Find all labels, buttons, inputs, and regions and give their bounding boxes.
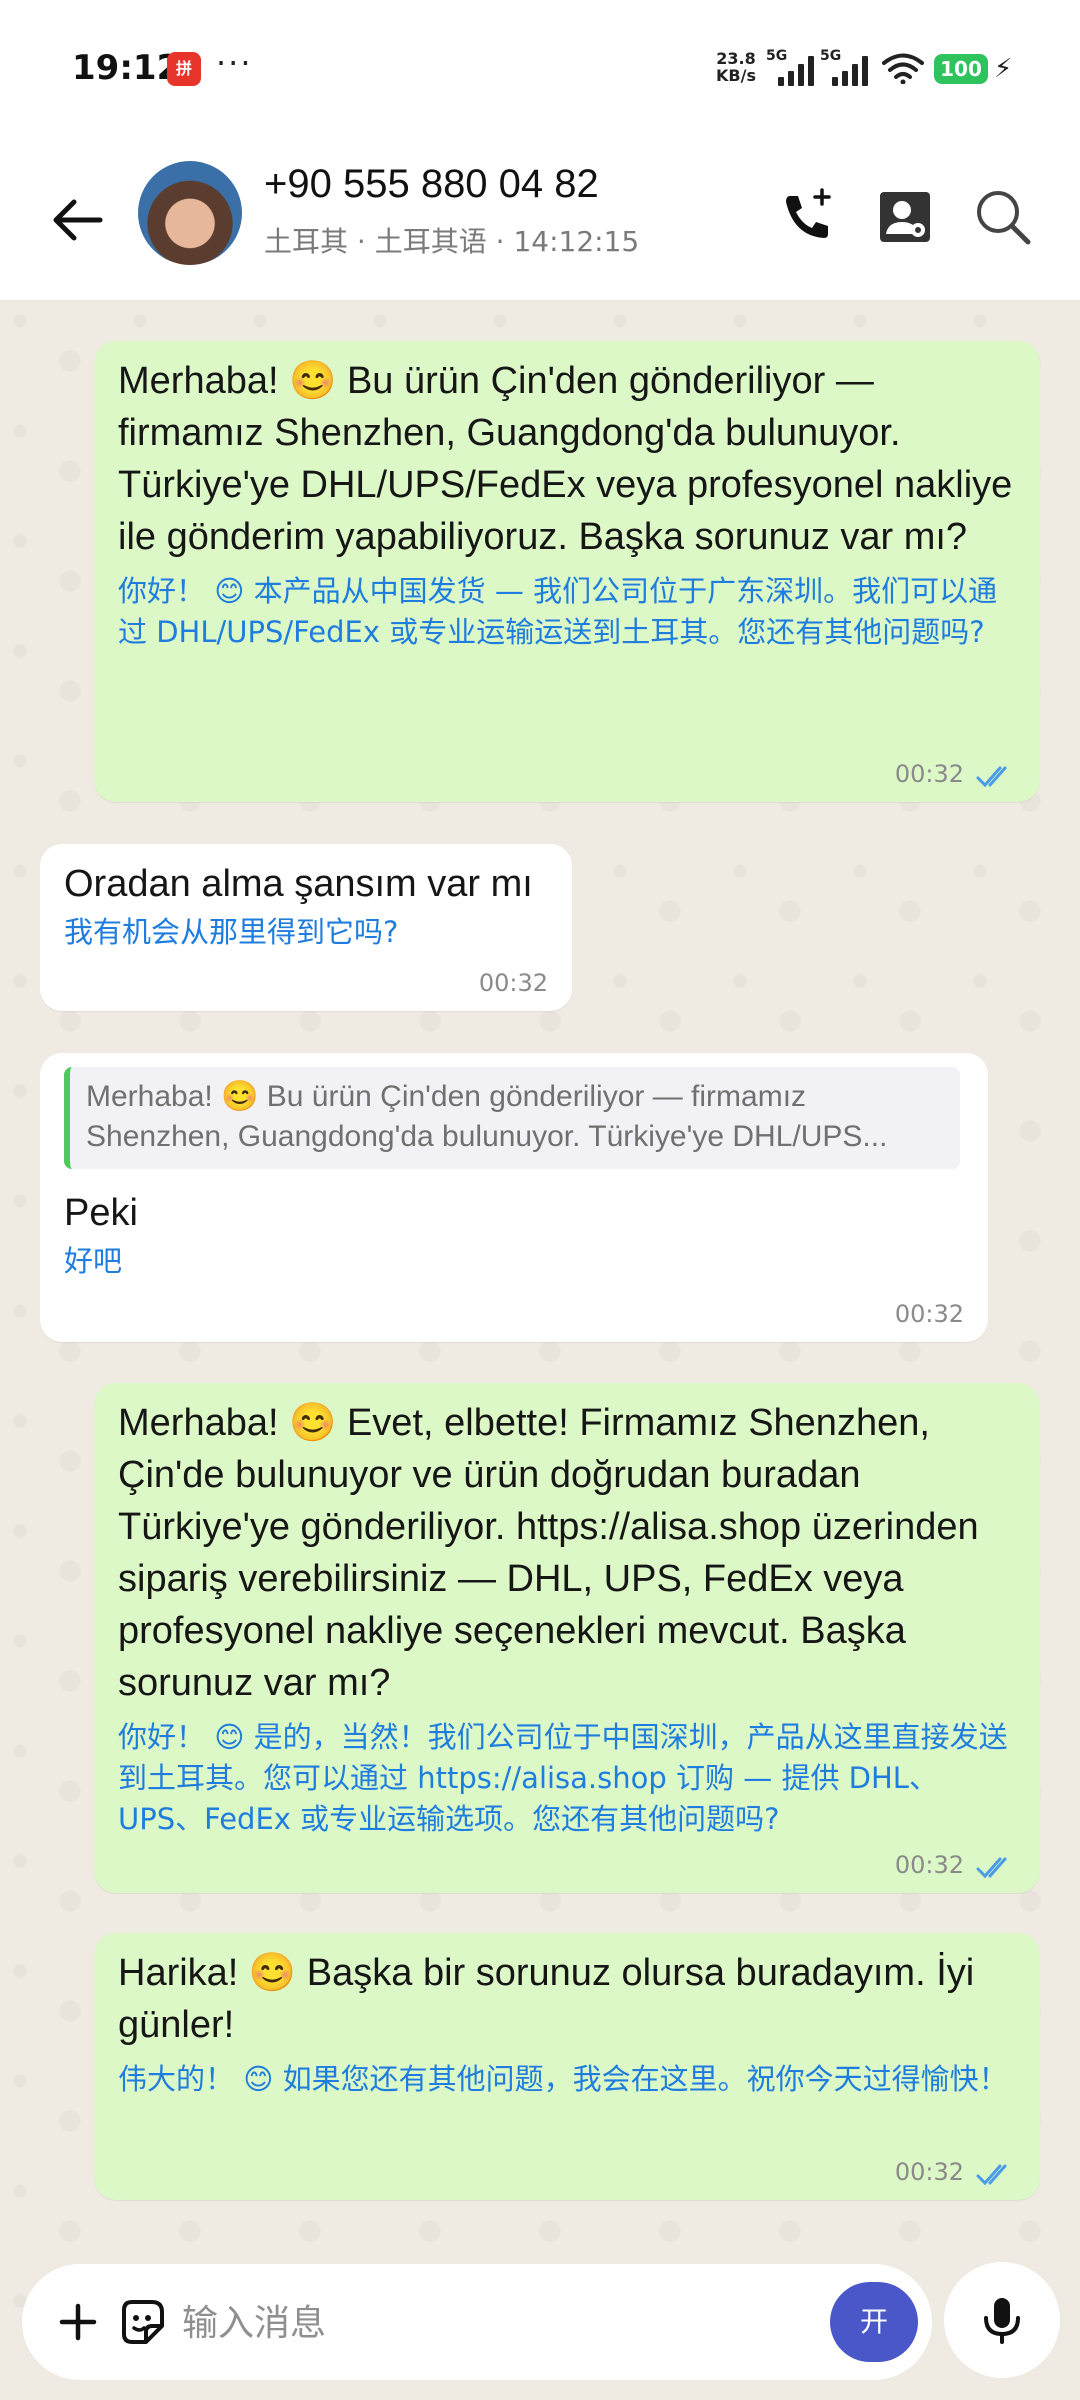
message-translation: 我有机会从那里得到它吗? [64, 915, 399, 949]
message-text: Peki [64, 1192, 138, 1234]
status-time: 19:12 [72, 48, 181, 88]
signal-2-icon [832, 56, 868, 86]
chat-header: +90 555 880 04 82 土耳其 · 土耳其语 · 14:12:15 [0, 140, 1080, 301]
message-text: Merhaba! 😊 Bu ürün Çin'den gönderiliyor … [118, 360, 1013, 558]
double-check-icon [976, 766, 1007, 788]
message-time: 00:32 [478, 969, 548, 997]
wifi-icon [882, 53, 924, 84]
charging-icon: ⚡ [994, 54, 1013, 84]
message-translation: 好吧 [64, 1244, 123, 1278]
message-text: Oradan alma şansım var mı [64, 863, 533, 905]
more-notifications-indicator: ··· [216, 44, 253, 82]
contact-country: 土耳其 [264, 225, 349, 258]
arrow-left-icon[interactable] [44, 186, 112, 254]
quoted-message[interactable]: Merhaba! 😊 Bu ürün Çin'den gönderiliyor … [64, 1067, 960, 1169]
message-time: 00:32 [894, 1851, 964, 1879]
chat-area[interactable]: Merhaba! 😊 Bu ürün Çin'den gönderiliyor … [0, 301, 1080, 2400]
phone-add-icon[interactable] [772, 182, 842, 252]
network-speed: 23.8 KB/s [716, 50, 756, 84]
double-check-icon [976, 1857, 1007, 1879]
message-incoming[interactable]: Oradan alma şansım var mı 我有机会从那里得到它吗? 0… [40, 844, 572, 1011]
message-input[interactable] [180, 2292, 824, 2354]
message-incoming[interactable]: Merhaba! 😊 Bu ürün Çin'den gönderiliyor … [40, 1053, 988, 1342]
message-text: Harika! 😊 Başka bir sorunuz olursa burad… [118, 1952, 975, 2046]
message-translation: 你好！ 😊 是的，当然！我们公司位于中国深圳，产品从这里直接发送到土耳其。您可以… [118, 1720, 1008, 1836]
message-outgoing[interactable]: Harika! 😊 Başka bir sorunuz olursa burad… [94, 1933, 1040, 2200]
double-check-icon [976, 2164, 1007, 2186]
contact-local-time: 14:12:15 [513, 225, 640, 258]
signal-1-icon [778, 56, 814, 86]
message-outgoing[interactable]: Merhaba! 😊 Bu ürün Çin'den gönderiliyor … [94, 341, 1040, 802]
contact-avatar[interactable] [138, 161, 242, 265]
battery-indicator: 100 [934, 54, 988, 84]
network-speed-value: 23.8 [716, 49, 756, 68]
app-notification-icon: 拼 [167, 52, 201, 86]
message-time: 00:32 [894, 2158, 964, 2186]
message-text: Merhaba! 😊 Evet, elbette! Firmamız Shenz… [118, 1402, 979, 1704]
search-icon[interactable] [968, 182, 1038, 252]
message-composer: 开 [22, 2264, 932, 2380]
contact-settings-icon[interactable] [870, 182, 940, 252]
contact-meta: 土耳其 · 土耳其语 · 14:12:15 [264, 220, 639, 260]
voice-record-button[interactable] [944, 2262, 1060, 2378]
message-time: 00:32 [894, 760, 964, 788]
message-outgoing[interactable]: Merhaba! 😊 Evet, elbette! Firmamız Shenz… [94, 1383, 1040, 1893]
contact-language: 土耳其语 [374, 225, 487, 258]
message-translation: 你好！ 😊 本产品从中国发货 — 我们公司位于广东深圳。我们可以通过 DHL/U… [118, 574, 998, 649]
message-translation: 伟大的！ 😊 如果您还有其他问题，我会在这里。祝你今天过得愉快！ [118, 2062, 1008, 2096]
meta-separator: · [495, 225, 505, 258]
translate-toggle-button[interactable]: 开 [830, 2282, 918, 2362]
mic-icon [984, 2298, 1020, 2344]
contact-name[interactable]: +90 555 880 04 82 [264, 162, 599, 207]
quoted-text: Merhaba! 😊 Bu ürün Çin'den gönderiliyor … [86, 1080, 888, 1153]
plus-icon[interactable] [46, 2290, 110, 2354]
network-speed-unit: KB/s [716, 66, 756, 85]
status-bar: 19:12 拼 ··· 23.8 KB/s 5G 5G 100 ⚡ [0, 0, 1080, 140]
message-time: 00:32 [894, 1300, 964, 1328]
sticker-icon[interactable] [110, 2290, 174, 2354]
meta-separator: · [356, 225, 366, 258]
